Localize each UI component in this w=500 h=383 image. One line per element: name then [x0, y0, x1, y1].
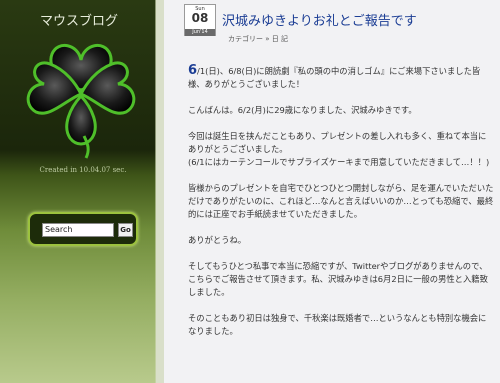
main-content: Sun 08 Jun'14 沢城みゆきよりお礼とご報告です カテゴリー » 日 … [164, 0, 500, 383]
post-paragraph: そしてもうひとつ私事で本当に恐縮ですが、Twitterやブログがありませんので、… [188, 261, 488, 297]
post-body: 6/1(日)、6/8(日)に朗読劇『私の頭の中の消しゴム』にご来場下さいました皆… [188, 64, 494, 351]
post-paragraph: こんばんは。6/2(月)に29歳になりました、沢城みゆきです。 [188, 105, 417, 115]
post-paragraph: 今回は誕生日を挟んだこともあり、プレゼントの差し入れも多く、重ねて本当にありがと… [188, 131, 490, 167]
blog-title[interactable]: マウスブログ [40, 10, 118, 29]
category-label: カテゴリー [228, 35, 263, 43]
created-text: Created in 10.04.07 sec. [39, 166, 127, 174]
post-paragraph: 皆様からのプレゼントを自宅でひとつひとつ開封しながら、足を運んでいただいただけで… [188, 183, 494, 219]
sidebar-edge [156, 0, 164, 383]
post-paragraph: ありがとうね。 [188, 235, 247, 245]
date-month: Jun'14 [185, 29, 215, 36]
date-badge: Sun 08 Jun'14 [184, 4, 216, 36]
post-title[interactable]: 沢城みゆきよりお礼とご報告です [222, 10, 417, 29]
sidebar: マウスブログ Created in 10.04.07 sec. Search G… [0, 0, 164, 383]
clover-logo [26, 44, 136, 159]
search-input[interactable]: Search [42, 223, 114, 237]
date-day: 08 [191, 11, 209, 25]
category-link[interactable]: 日 記 [272, 35, 288, 43]
post-category: カテゴリー » 日 記 [228, 34, 288, 44]
dropcap: 6 [188, 63, 198, 78]
post-paragraph: そのこともあり初日は独身で、千秋楽は既婚者で…というなんとも特別な機会になりまし… [188, 313, 487, 336]
search-button[interactable]: Go [118, 223, 133, 237]
post-paragraph: 6/1(日)、6/8(日)に朗読劇『私の頭の中の消しゴム』にご来場下さいました皆… [188, 64, 494, 91]
post-paragraph-text: /1(日)、6/8(日)に朗読劇『私の頭の中の消しゴム』にご来場下さいました皆様… [188, 66, 481, 89]
category-separator: » [265, 35, 270, 43]
search-box: Search Go [28, 212, 138, 246]
